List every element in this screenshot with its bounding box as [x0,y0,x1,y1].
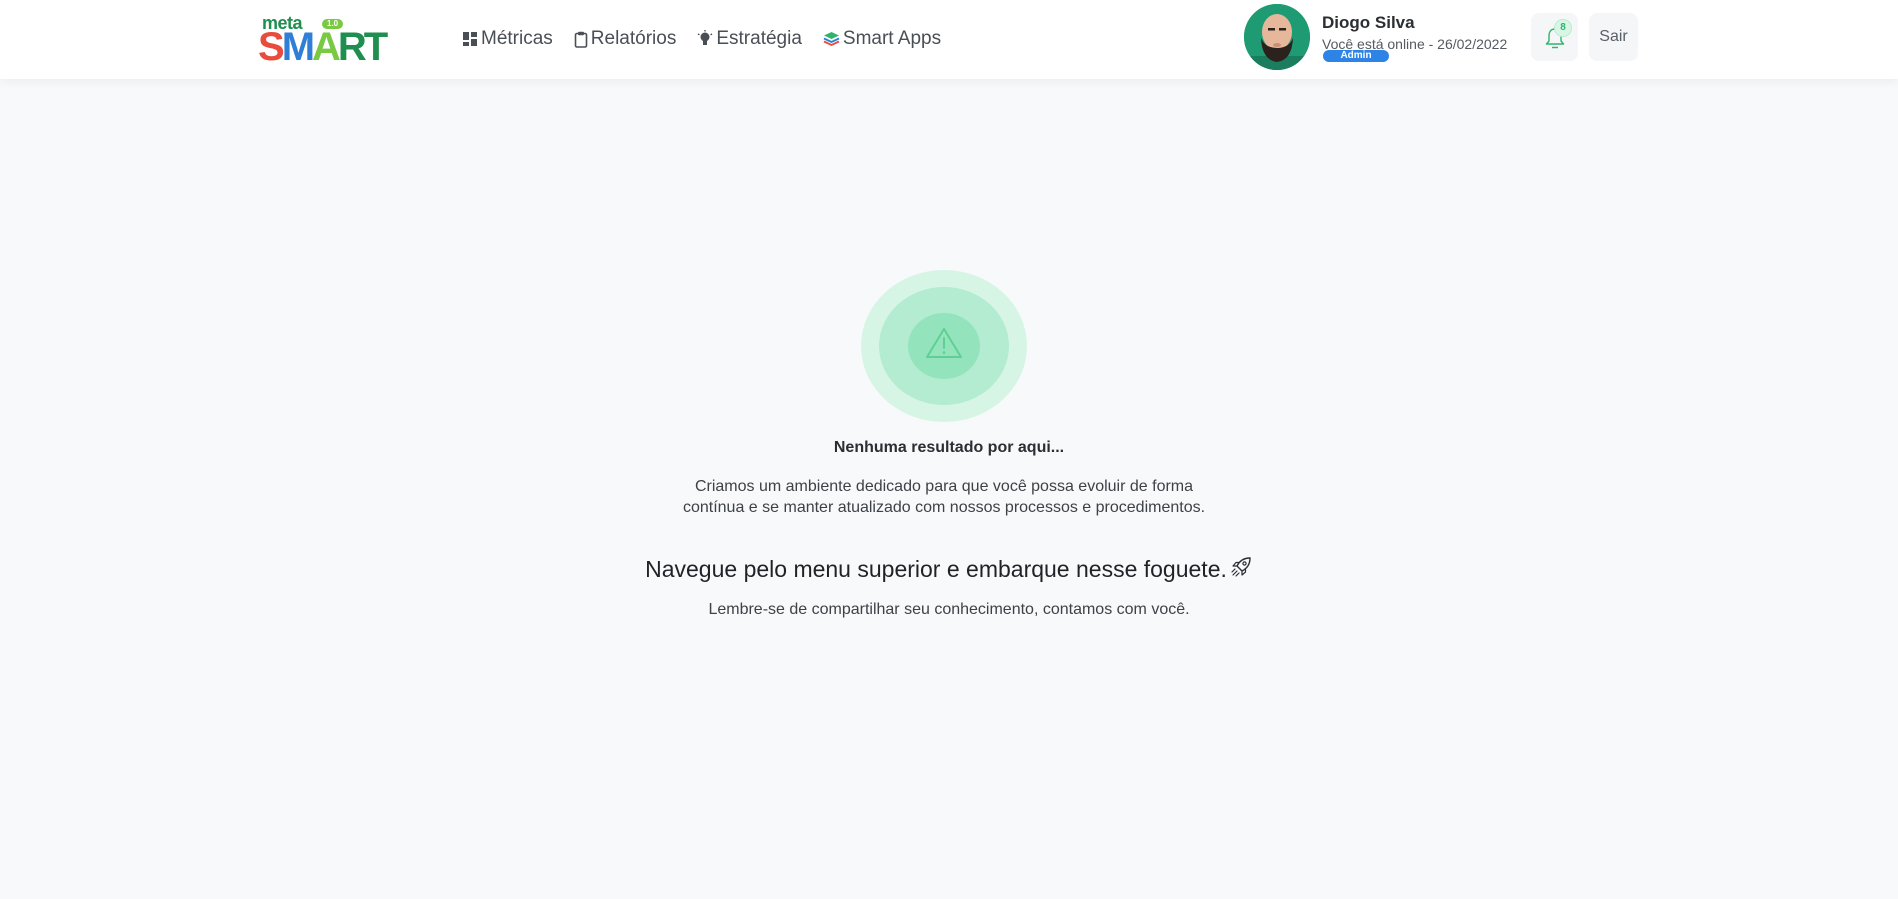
empty-state-title: Nenhuma resultado por aqui... [833,439,1065,456]
lightbulb-icon [697,30,713,45]
role-badge: Admin [1323,50,1389,62]
empty-state-description: Criamos um ambiente dedicado para que vo… [682,478,1206,516]
nav-label: Métricas [481,28,553,49]
main-menu: Métricas Relatórios Estratégia Smart App… [462,26,941,52]
nav-label: Estratégia [716,28,802,49]
empty-state-note: Lembre-se de compartilhar seu conhecimen… [708,601,1190,618]
logo-wordmark: SMART [258,25,388,69]
logout-button[interactable]: Sair [1589,13,1638,61]
nav-item-metricas[interactable]: Métricas [462,28,553,50]
layers-icon [823,32,840,46]
clipboard-icon [574,31,588,48]
empty-state-illustration [861,270,1027,422]
warning-icon [926,328,962,358]
heading-text: Navegue pelo menu superior e embarque ne… [645,556,1227,582]
nav-item-relatorios[interactable]: Relatórios [574,28,677,50]
user-name: Diogo Silva [1322,13,1415,32]
top-navbar: meta 1.0 SMART Métricas Relatórios Estra… [0,0,1898,79]
avatar[interactable] [1244,4,1310,70]
nav-label: Relatórios [590,28,677,49]
dashboard-icon [463,32,477,46]
nav-item-smart-apps[interactable]: Smart Apps [823,28,941,50]
notification-count-badge: 8 [1554,19,1572,37]
rocket-icon [1231,557,1251,577]
app-logo[interactable]: meta 1.0 SMART [258,13,388,68]
notifications-button[interactable]: 8 [1531,13,1578,61]
nav-item-estrategia[interactable]: Estratégia [697,28,802,50]
nav-label: Smart Apps [842,28,942,49]
empty-state-heading: Navegue pelo menu superior e embarque ne… [0,555,1898,583]
